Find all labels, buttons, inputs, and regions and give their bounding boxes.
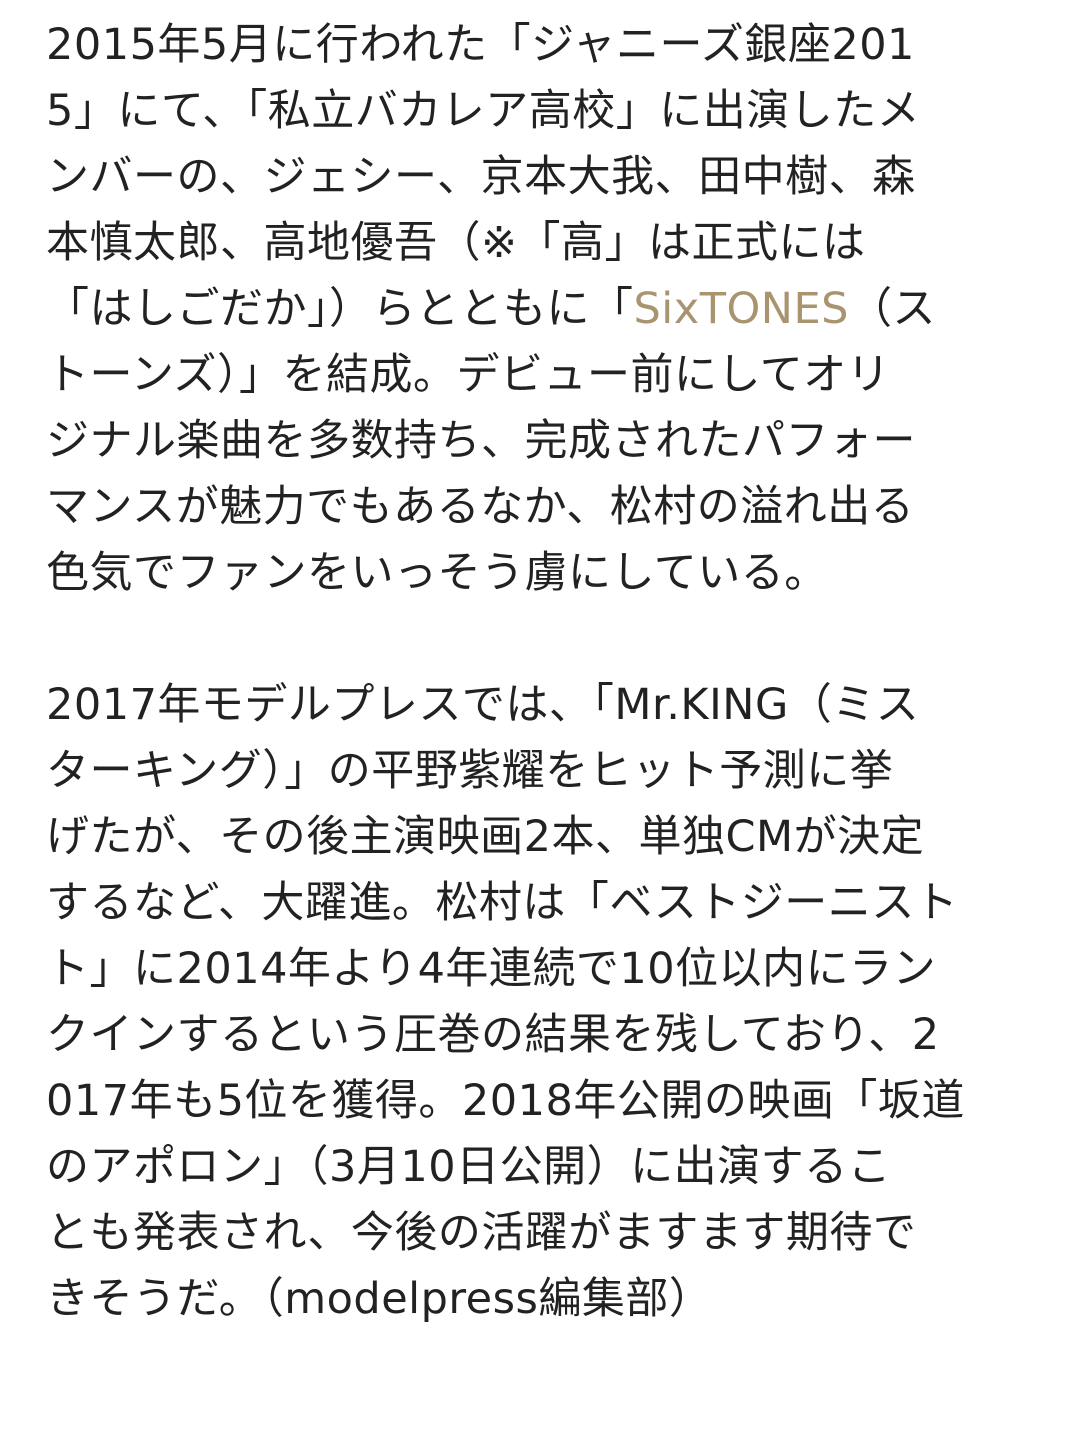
paragraph-1: 2015年5月に行われた「ジャニーズ銀座201 5」にて、「私立バカレア高校」に… bbox=[46, 12, 1036, 606]
text-line: ターキング）」の平野紫耀をヒット予測に挙 bbox=[46, 746, 894, 796]
text-line: ンバーの、ジェシー、京本大我、田中樹、森 bbox=[46, 152, 916, 202]
text-line: クインするという圧巻の結果を残しており、2 bbox=[46, 1010, 940, 1060]
text-line: げたが、その後主演映画2本、単独CMが決定 bbox=[46, 812, 925, 862]
text-line: 色気でファンをいっそう虜にしている。 bbox=[46, 548, 828, 598]
text-line: 2015年5月に行われた「ジャニーズ銀座201 bbox=[46, 20, 915, 70]
text-line: 本慎太郎、高地優吾（※「高」は正式には bbox=[46, 218, 866, 268]
article-body: 2015年5月に行われた「ジャニーズ銀座201 5」にて、「私立バカレア高校」に… bbox=[46, 12, 1036, 1332]
text-line: するなど、大躍進。松村は「ベストジーニスト bbox=[46, 878, 959, 928]
text-line: きそうだ。（modelpress編集部） bbox=[46, 1274, 713, 1324]
text-line: ト」に2014年より4年連続で10位以内にラン bbox=[46, 944, 937, 994]
text-line: ジナル楽曲を多数持ち、完成されたパフォー bbox=[46, 416, 916, 466]
text-line: 2017年モデルプレスでは、「Mr.KING（ミス bbox=[46, 680, 920, 730]
text-line: 017年も5位を獲得。2018年公開の映画「坂道 bbox=[46, 1076, 965, 1126]
text-line: マンスが魅力でもあるなか、松村の溢れ出る bbox=[46, 482, 915, 532]
text-line: 5」にて、「私立バカレア高校」に出演したメ bbox=[46, 86, 921, 136]
text-line: とも発表され、今後の活躍がますます期待で bbox=[46, 1208, 917, 1258]
text-segment: （ス bbox=[848, 284, 936, 334]
text-line: のアポロン」（3月10日公開）に出演するこ bbox=[46, 1142, 892, 1192]
paragraph-2: 2017年モデルプレスでは、「Mr.KING（ミス ターキング）」の平野紫耀をヒ… bbox=[46, 672, 1036, 1332]
sixtones-link[interactable]: SixTONES bbox=[634, 284, 849, 334]
text-line-with-link: 「はしごだか」）らとともに「SixTONES（ス bbox=[46, 276, 1036, 342]
text-line: トーンズ）」を結成。デビュー前にしてオリ bbox=[46, 350, 891, 400]
text-segment: 「はしごだか」）らとともに「 bbox=[46, 284, 634, 334]
